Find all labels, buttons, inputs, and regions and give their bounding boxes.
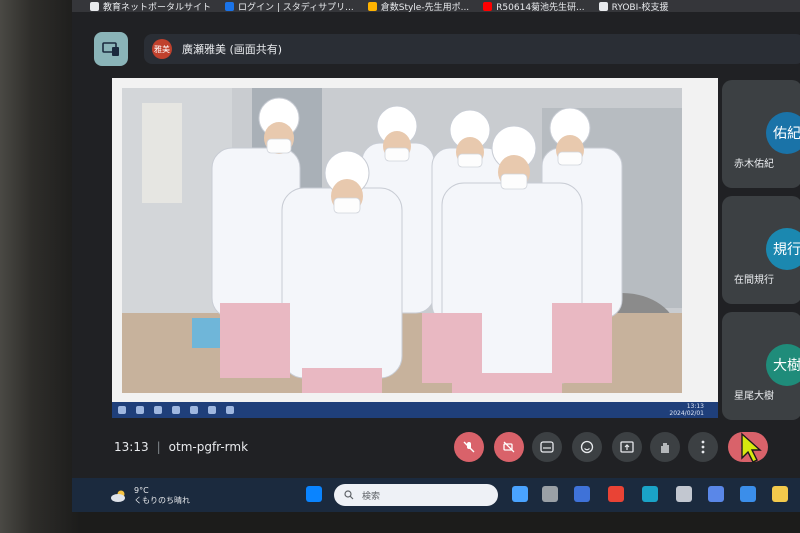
participant-name: 赤木佑紀 xyxy=(734,159,774,170)
weather-text: くもりのち晴れ xyxy=(134,496,190,505)
participant-tile[interactable]: 佑紀 赤木佑紀 xyxy=(722,80,800,188)
shared-clock-time: 13:13 xyxy=(686,403,704,410)
emoji-icon xyxy=(580,440,594,454)
present-icon xyxy=(620,441,634,453)
participant-name: 在間規行 xyxy=(734,275,774,286)
edge-icon xyxy=(172,406,180,414)
screen: 教育ネットポータルサイト ログイン | スタディサプリ... 倉数Style-先… xyxy=(72,0,800,512)
store-icon xyxy=(226,406,234,414)
temperature: 9°C xyxy=(134,486,149,495)
bookmark-label: 教育ネットポータルサイト xyxy=(103,2,212,13)
meeting-code: otm-pgfr-rmk xyxy=(168,440,249,454)
bookmark-style-portal[interactable]: 倉数Style-先生用ポ... xyxy=(367,0,470,13)
bookmark-label: 倉数Style-先生用ポ... xyxy=(380,2,470,13)
more-options-button[interactable] xyxy=(688,432,718,462)
weather-widget[interactable]: 9°C くもりのち晴れ xyxy=(110,486,190,506)
participant-tile[interactable]: 規行 在間規行 xyxy=(722,196,800,304)
edge-icon[interactable] xyxy=(642,486,658,502)
mail-icon[interactable] xyxy=(740,486,756,502)
raise-hand-button[interactable] xyxy=(650,432,680,462)
globe-icon xyxy=(598,1,608,11)
presenter-banner: 雅美 廣瀬雅美 (画面共有) xyxy=(144,34,800,64)
mic-off-button[interactable] xyxy=(454,432,484,462)
present-button[interactable] xyxy=(612,432,642,462)
camera-off-icon xyxy=(503,441,515,453)
bookmark-education-portal[interactable]: 教育ネットポータルサイト xyxy=(90,0,211,13)
chrome-icon xyxy=(190,406,198,414)
hand-icon xyxy=(661,443,669,453)
chrome-icon[interactable] xyxy=(608,486,624,502)
bookmark-label: ログイン | スタディサプリ... xyxy=(238,2,354,13)
separator: | xyxy=(156,440,161,454)
studysapuri-icon xyxy=(225,1,235,11)
windows-taskbar: 9°C くもりのち晴れ 検索 xyxy=(72,478,800,512)
shared-screen: 13:13 2024/02/01 xyxy=(112,78,718,418)
shared-clock-date: 2024/02/01 xyxy=(669,410,704,417)
store-icon[interactable] xyxy=(708,486,724,502)
taskbar-search[interactable]: 検索 xyxy=(334,484,498,506)
shared-clock: 13:13 2024/02/01 xyxy=(669,403,704,417)
search-placeholder: 検索 xyxy=(362,491,381,502)
mouse-cursor-icon xyxy=(741,432,762,463)
meet-top-bar: 雅美 廣瀬雅美 (画面共有) xyxy=(72,30,800,70)
participant-tile[interactable]: 大樹 星尾大樹 xyxy=(722,312,800,420)
participant-avatar: 規行 xyxy=(766,228,800,270)
meeting-time: 13:13 xyxy=(114,440,149,454)
bookmark-ryobi[interactable]: RYOBI-校支援 xyxy=(598,0,669,13)
participant-name: 星尾大樹 xyxy=(734,391,774,402)
more-vert-icon xyxy=(701,440,705,454)
bookmark-label: R50614菊池先生研... xyxy=(496,2,585,13)
school-icon xyxy=(367,1,377,11)
youtube-icon xyxy=(483,1,493,11)
bookmarks-bar: 教育ネットポータルサイト ログイン | スタディサプリ... 倉数Style-先… xyxy=(72,0,800,13)
present-to-all-icon xyxy=(102,42,119,56)
task-view-icon xyxy=(154,406,162,414)
captions-icon xyxy=(540,441,554,453)
cloud-sun-icon xyxy=(111,490,125,502)
camera-off-button[interactable] xyxy=(494,432,524,462)
bookmark-video[interactable]: R50614菊池先生研... xyxy=(483,0,585,13)
copilot-icon[interactable] xyxy=(512,486,528,502)
bookmark-label: RYOBI-校支援 xyxy=(611,2,669,13)
shared-photo xyxy=(122,88,682,393)
shared-windows-taskbar: 13:13 2024/02/01 xyxy=(112,402,718,418)
presentation-layout-button[interactable] xyxy=(94,32,128,66)
meeting-info: 13:13 | otm-pgfr-rmk xyxy=(114,440,248,454)
search-icon xyxy=(344,490,354,500)
participant-avatar: 佑紀 xyxy=(766,112,800,154)
chat-icon[interactable] xyxy=(574,486,590,502)
task-view-icon[interactable] xyxy=(542,486,558,502)
folder-icon[interactable] xyxy=(772,486,788,502)
kitchen-staff-photo xyxy=(122,88,682,393)
globe-icon xyxy=(90,1,99,11)
captions-button[interactable] xyxy=(532,432,562,462)
app-icon[interactable] xyxy=(676,486,692,502)
presenter-name: 廣瀬雅美 (画面共有) xyxy=(182,43,283,56)
emoji-button[interactable] xyxy=(572,432,602,462)
meet-controls-bar: 13:13 | otm-pgfr-rmk xyxy=(72,428,800,468)
search-icon xyxy=(136,406,144,414)
windows-start-icon xyxy=(118,406,126,414)
participant-avatar: 大樹 xyxy=(766,344,800,386)
presenter-avatar: 雅美 xyxy=(152,39,172,59)
folder-icon xyxy=(208,406,216,414)
windows-start-icon[interactable] xyxy=(306,486,322,502)
mic-off-icon xyxy=(463,441,475,453)
bookmark-studysapuri[interactable]: ログイン | スタディサプリ... xyxy=(225,0,354,13)
